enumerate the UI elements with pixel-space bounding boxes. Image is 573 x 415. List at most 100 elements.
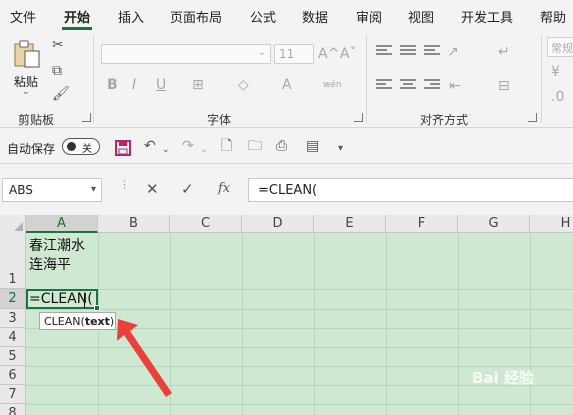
align-left-icon[interactable] xyxy=(376,79,392,93)
decrease-font-icon[interactable]: Aˇ xyxy=(340,46,357,62)
align-center-icon[interactable] xyxy=(400,79,416,93)
row-header-3[interactable]: 3 xyxy=(0,309,26,328)
tab-formulas[interactable]: 公式 xyxy=(250,7,276,26)
open-folder-icon[interactable]: 🗀 xyxy=(248,138,262,154)
new-file-icon[interactable]: 🗋 xyxy=(221,138,232,154)
chevron-down-icon: ⌄ xyxy=(22,87,30,97)
worksheet-grid[interactable]: A B C D E F G H 1 2 3 4 5 6 7 8 春江潮水 连海平… xyxy=(0,215,573,415)
format-painter-icon[interactable]: 🖌 xyxy=(52,86,70,102)
name-box[interactable]: ABS ▾ xyxy=(2,178,102,202)
font-size-value: 11 xyxy=(279,47,295,61)
tab-data[interactable]: 数据 xyxy=(302,7,328,26)
row-header-6[interactable]: 6 xyxy=(0,366,26,385)
tab-review[interactable]: 审阅 xyxy=(356,7,382,26)
align-middle-icon[interactable] xyxy=(400,45,416,59)
chevron-down-icon[interactable]: ▾ xyxy=(91,184,96,195)
row-header-1[interactable]: 1 xyxy=(0,233,26,289)
clipboard-launcher-icon[interactable] xyxy=(82,113,91,122)
cell-a1-line1[interactable]: 春江潮水 xyxy=(29,235,85,255)
tab-file[interactable]: 文件 xyxy=(10,7,36,26)
column-header-f[interactable]: F xyxy=(386,215,458,233)
grid-line xyxy=(26,289,573,290)
border-icon[interactable]: ⊞ xyxy=(192,77,204,93)
paste-button[interactable]: 粘贴 ⌄ xyxy=(8,37,46,97)
column-header-b[interactable]: B xyxy=(98,215,170,233)
decrease-indent-icon[interactable]: ⇤ xyxy=(449,78,461,94)
align-right-icon[interactable] xyxy=(424,79,440,93)
formula-text: =CLEAN( xyxy=(258,183,318,198)
merge-center-icon[interactable]: ⊟ xyxy=(498,78,510,94)
row-header-2[interactable]: 2 xyxy=(0,289,26,309)
chevron-down-icon: ⌄ xyxy=(257,47,266,58)
formula-input[interactable]: =CLEAN( xyxy=(248,178,573,202)
font-size-dropdown[interactable]: 11 xyxy=(274,44,314,64)
formula-bar-grip-icon: ⋮ xyxy=(119,178,130,191)
tab-page-layout[interactable]: 页面布局 xyxy=(170,7,222,26)
column-header-g[interactable]: G xyxy=(458,215,530,233)
undo-icon[interactable]: ↶ xyxy=(144,138,156,154)
select-all-corner[interactable] xyxy=(0,215,26,233)
tab-developer[interactable]: 开发工具 xyxy=(461,7,513,26)
toggle-knob xyxy=(67,142,76,151)
name-box-value: ABS xyxy=(9,183,33,197)
row-header-8[interactable]: 8 xyxy=(0,404,26,415)
row-header-5[interactable]: 5 xyxy=(0,347,26,366)
column-header-d[interactable]: D xyxy=(242,215,314,233)
tab-view[interactable]: 视图 xyxy=(408,7,434,26)
align-top-icon[interactable] xyxy=(376,45,392,59)
tab-insert[interactable]: 插入 xyxy=(118,7,144,26)
column-header-h[interactable]: H xyxy=(530,215,573,233)
customize-toolbar-icon[interactable]: ▾ xyxy=(338,141,343,157)
tab-help[interactable]: 帮助 xyxy=(540,7,566,26)
italic-icon[interactable]: I xyxy=(132,77,136,93)
currency-icon[interactable]: ¥ xyxy=(551,64,560,80)
group-divider xyxy=(93,35,94,123)
function-tooltip[interactable]: CLEAN(text) xyxy=(39,312,116,330)
grid-line xyxy=(242,233,243,415)
copy-icon[interactable]: ⧉ xyxy=(52,63,62,79)
wrap-text-icon[interactable]: ↵ xyxy=(498,44,510,60)
active-cell-a2[interactable]: =CLEAN( xyxy=(26,289,100,311)
chevron-down-icon[interactable]: ⌄ xyxy=(200,142,208,158)
enter-icon[interactable]: ✓ xyxy=(181,180,194,198)
formula-bar: ABS ▾ ⋮ ✕ ✓ fx =CLEAN( xyxy=(0,165,573,215)
cell-a1-line2[interactable]: 连海平 xyxy=(29,254,71,274)
watermark: Bai 经验 xyxy=(472,369,534,387)
cancel-icon[interactable]: ✕ xyxy=(146,180,159,198)
chevron-down-icon[interactable]: ⌄ xyxy=(162,142,170,158)
fill-handle[interactable] xyxy=(94,305,100,311)
grid-line xyxy=(458,233,459,415)
redo-icon[interactable]: ↷ xyxy=(182,138,194,154)
row-header-4[interactable]: 4 xyxy=(0,328,26,347)
number-format-dropdown[interactable]: 常规 xyxy=(547,37,573,57)
column-header-a[interactable]: A xyxy=(26,215,98,233)
underline-icon[interactable]: U xyxy=(156,77,166,93)
row-header-7[interactable]: 7 xyxy=(0,385,26,404)
increase-font-icon[interactable]: A^ xyxy=(318,46,339,62)
increase-decimal-icon[interactable]: .0 xyxy=(551,89,564,105)
fill-color-icon[interactable]: ◇ xyxy=(238,77,249,93)
column-header-c[interactable]: C xyxy=(170,215,242,233)
tooltip-function: CLEAN( xyxy=(44,315,85,328)
autosave-toggle[interactable]: 关 xyxy=(62,138,100,155)
paste-icon xyxy=(14,40,40,68)
bold-icon[interactable]: B xyxy=(107,77,118,93)
insert-function-button[interactable]: fx xyxy=(218,180,230,198)
phonetic-icon[interactable]: wén xyxy=(323,77,342,93)
grid-line xyxy=(386,233,387,415)
font-color-icon[interactable]: A xyxy=(282,77,292,93)
font-launcher-icon[interactable] xyxy=(354,113,363,122)
orientation-icon[interactable]: ↗ xyxy=(447,44,459,60)
alignment-launcher-icon[interactable] xyxy=(528,113,537,122)
tooltip-argument: text xyxy=(84,315,110,328)
save-icon[interactable] xyxy=(115,140,131,156)
select-all-triangle xyxy=(14,222,23,231)
tab-home[interactable]: 开始 xyxy=(64,7,90,26)
font-name-dropdown[interactable]: ⌄ xyxy=(101,44,271,64)
quick-print-icon[interactable]: ▤ xyxy=(306,138,319,154)
align-bottom-icon[interactable] xyxy=(424,45,440,59)
cut-icon[interactable]: ✂ xyxy=(52,37,64,53)
print-preview-icon[interactable]: ⎙ xyxy=(276,138,287,154)
grid-line xyxy=(26,404,573,405)
column-header-e[interactable]: E xyxy=(314,215,386,233)
